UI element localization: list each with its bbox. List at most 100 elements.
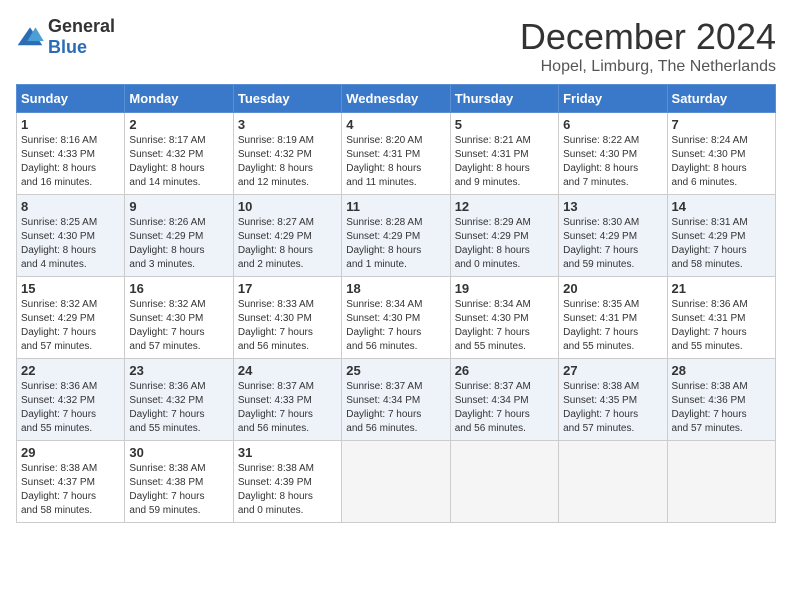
day-number: 18	[346, 281, 445, 296]
day-info: Sunrise: 8:38 AMSunset: 4:39 PMDaylight:…	[238, 462, 337, 518]
logo-icon	[16, 26, 44, 48]
calendar-cell: 29 Sunrise: 8:38 AMSunset: 4:37 PMDayligh…	[17, 441, 125, 523]
day-number: 29	[21, 445, 120, 460]
day-number: 11	[346, 199, 445, 214]
calendar-cell	[450, 441, 558, 523]
day-info: Sunrise: 8:24 AMSunset: 4:30 PMDaylight:…	[672, 134, 771, 190]
day-info: Sunrise: 8:16 AMSunset: 4:33 PMDaylight:…	[21, 134, 120, 190]
day-info: Sunrise: 8:26 AMSunset: 4:29 PMDaylight:…	[129, 216, 228, 272]
day-number: 2	[129, 117, 228, 132]
day-number: 13	[563, 199, 662, 214]
calendar-cell	[667, 441, 775, 523]
calendar-cell: 6Sunrise: 8:22 AMSunset: 4:30 PMDaylight…	[559, 113, 667, 195]
day-info: Sunrise: 8:38 AMSunset: 4:37 PMDaylight:…	[21, 462, 120, 518]
calendar-cell: 23 Sunrise: 8:36 AMSunset: 4:32 PMDayligh…	[125, 359, 233, 441]
day-number: 15	[21, 281, 120, 296]
day-info: Sunrise: 8:38 AMSunset: 4:35 PMDaylight:…	[563, 380, 662, 436]
day-number: 30	[129, 445, 228, 460]
day-info: Sunrise: 8:29 AMSunset: 4:29 PMDaylight:…	[455, 216, 554, 272]
col-sunday: Sunday	[17, 85, 125, 113]
day-info: Sunrise: 8:36 AMSunset: 4:32 PMDaylight:…	[21, 380, 120, 436]
logo-blue: Blue	[48, 37, 87, 57]
calendar-cell: 1 Sunrise: 8:16 AMSunset: 4:33 PMDaylight…	[17, 113, 125, 195]
logo-general: General	[48, 16, 115, 36]
col-friday: Friday	[559, 85, 667, 113]
day-info: Sunrise: 8:17 AMSunset: 4:32 PMDaylight:…	[129, 134, 228, 190]
calendar-week-4: 22 Sunrise: 8:36 AMSunset: 4:32 PMDayligh…	[17, 359, 776, 441]
calendar-cell	[559, 441, 667, 523]
calendar-week-2: 8Sunrise: 8:25 AMSunset: 4:30 PMDaylight…	[17, 195, 776, 277]
day-number: 7	[672, 117, 771, 132]
day-number: 19	[455, 281, 554, 296]
day-number: 23	[129, 363, 228, 378]
day-number: 16	[129, 281, 228, 296]
day-number: 24	[238, 363, 337, 378]
day-info: Sunrise: 8:36 AMSunset: 4:31 PMDaylight:…	[672, 298, 771, 354]
day-info: Sunrise: 8:20 AMSunset: 4:31 PMDaylight:…	[346, 134, 445, 190]
calendar-cell: 26Sunrise: 8:37 AMSunset: 4:34 PMDayligh…	[450, 359, 558, 441]
calendar-week-1: 1 Sunrise: 8:16 AMSunset: 4:33 PMDaylight…	[17, 113, 776, 195]
day-info: Sunrise: 8:34 AMSunset: 4:30 PMDaylight:…	[346, 298, 445, 354]
calendar-cell: 21 Sunrise: 8:36 AMSunset: 4:31 PMDayligh…	[667, 277, 775, 359]
calendar-cell: 8Sunrise: 8:25 AMSunset: 4:30 PMDaylight…	[17, 195, 125, 277]
day-number: 1	[21, 117, 120, 132]
day-number: 12	[455, 199, 554, 214]
day-number: 5	[455, 117, 554, 132]
day-number: 20	[563, 281, 662, 296]
col-thursday: Thursday	[450, 85, 558, 113]
day-info: Sunrise: 8:25 AMSunset: 4:30 PMDaylight:…	[21, 216, 120, 272]
calendar-cell: 28 Sunrise: 8:38 AMSunset: 4:36 PMDayligh…	[667, 359, 775, 441]
day-info: Sunrise: 8:38 AMSunset: 4:36 PMDaylight:…	[672, 380, 771, 436]
calendar-cell: 18 Sunrise: 8:34 AMSunset: 4:30 PMDayligh…	[342, 277, 450, 359]
day-number: 21	[672, 281, 771, 296]
col-tuesday: Tuesday	[233, 85, 341, 113]
day-info: Sunrise: 8:32 AMSunset: 4:30 PMDaylight:…	[129, 298, 228, 354]
day-number: 27	[563, 363, 662, 378]
day-number: 9	[129, 199, 228, 214]
day-info: Sunrise: 8:37 AMSunset: 4:34 PMDaylight:…	[455, 380, 554, 436]
col-wednesday: Wednesday	[342, 85, 450, 113]
day-info: Sunrise: 8:36 AMSunset: 4:32 PMDaylight:…	[129, 380, 228, 436]
day-info: Sunrise: 8:19 AMSunset: 4:32 PMDaylight:…	[238, 134, 337, 190]
day-info: Sunrise: 8:37 AMSunset: 4:33 PMDaylight:…	[238, 380, 337, 436]
day-number: 22	[21, 363, 120, 378]
col-saturday: Saturday	[667, 85, 775, 113]
calendar-cell: 13Sunrise: 8:30 AMSunset: 4:29 PMDayligh…	[559, 195, 667, 277]
day-number: 4	[346, 117, 445, 132]
day-info: Sunrise: 8:28 AMSunset: 4:29 PMDaylight:…	[346, 216, 445, 272]
calendar-cell: 10Sunrise: 8:27 AMSunset: 4:29 PMDayligh…	[233, 195, 341, 277]
header: General Blue December 2024 Hopel, Limbur…	[16, 16, 776, 76]
title-area: December 2024 Hopel, Limburg, The Nether…	[520, 16, 776, 76]
day-info: Sunrise: 8:37 AMSunset: 4:34 PMDaylight:…	[346, 380, 445, 436]
logo: General Blue	[16, 16, 115, 58]
calendar-cell: 7 Sunrise: 8:24 AMSunset: 4:30 PMDaylight…	[667, 113, 775, 195]
calendar-header-row: Sunday Monday Tuesday Wednesday Thursday…	[17, 85, 776, 113]
calendar-cell: 27 Sunrise: 8:38 AMSunset: 4:35 PMDayligh…	[559, 359, 667, 441]
day-info: Sunrise: 8:33 AMSunset: 4:30 PMDaylight:…	[238, 298, 337, 354]
calendar-cell	[342, 441, 450, 523]
day-number: 25	[346, 363, 445, 378]
calendar-cell: 14Sunrise: 8:31 AMSunset: 4:29 PMDayligh…	[667, 195, 775, 277]
logo-text: General Blue	[48, 16, 115, 58]
calendar-cell: 15Sunrise: 8:32 AMSunset: 4:29 PMDayligh…	[17, 277, 125, 359]
calendar-cell: 16 Sunrise: 8:32 AMSunset: 4:30 PMDayligh…	[125, 277, 233, 359]
day-info: Sunrise: 8:31 AMSunset: 4:29 PMDaylight:…	[672, 216, 771, 272]
calendar-cell: 22 Sunrise: 8:36 AMSunset: 4:32 PMDayligh…	[17, 359, 125, 441]
day-info: Sunrise: 8:34 AMSunset: 4:30 PMDaylight:…	[455, 298, 554, 354]
calendar-cell: 9 Sunrise: 8:26 AMSunset: 4:29 PMDaylight…	[125, 195, 233, 277]
day-info: Sunrise: 8:27 AMSunset: 4:29 PMDaylight:…	[238, 216, 337, 272]
day-number: 28	[672, 363, 771, 378]
month-title: December 2024	[520, 16, 776, 58]
calendar-week-3: 15Sunrise: 8:32 AMSunset: 4:29 PMDayligh…	[17, 277, 776, 359]
calendar-week-5: 29 Sunrise: 8:38 AMSunset: 4:37 PMDayligh…	[17, 441, 776, 523]
calendar-cell: 24 Sunrise: 8:37 AMSunset: 4:33 PMDayligh…	[233, 359, 341, 441]
calendar-cell: 31Sunrise: 8:38 AMSunset: 4:39 PMDayligh…	[233, 441, 341, 523]
day-info: Sunrise: 8:21 AMSunset: 4:31 PMDaylight:…	[455, 134, 554, 190]
day-number: 17	[238, 281, 337, 296]
day-number: 6	[563, 117, 662, 132]
calendar-cell: 20Sunrise: 8:35 AMSunset: 4:31 PMDayligh…	[559, 277, 667, 359]
calendar-cell: 19 Sunrise: 8:34 AMSunset: 4:30 PMDayligh…	[450, 277, 558, 359]
calendar-cell: 30Sunrise: 8:38 AMSunset: 4:38 PMDayligh…	[125, 441, 233, 523]
calendar-cell: 12 Sunrise: 8:29 AMSunset: 4:29 PMDayligh…	[450, 195, 558, 277]
calendar-cell: 4 Sunrise: 8:20 AMSunset: 4:31 PMDaylight…	[342, 113, 450, 195]
